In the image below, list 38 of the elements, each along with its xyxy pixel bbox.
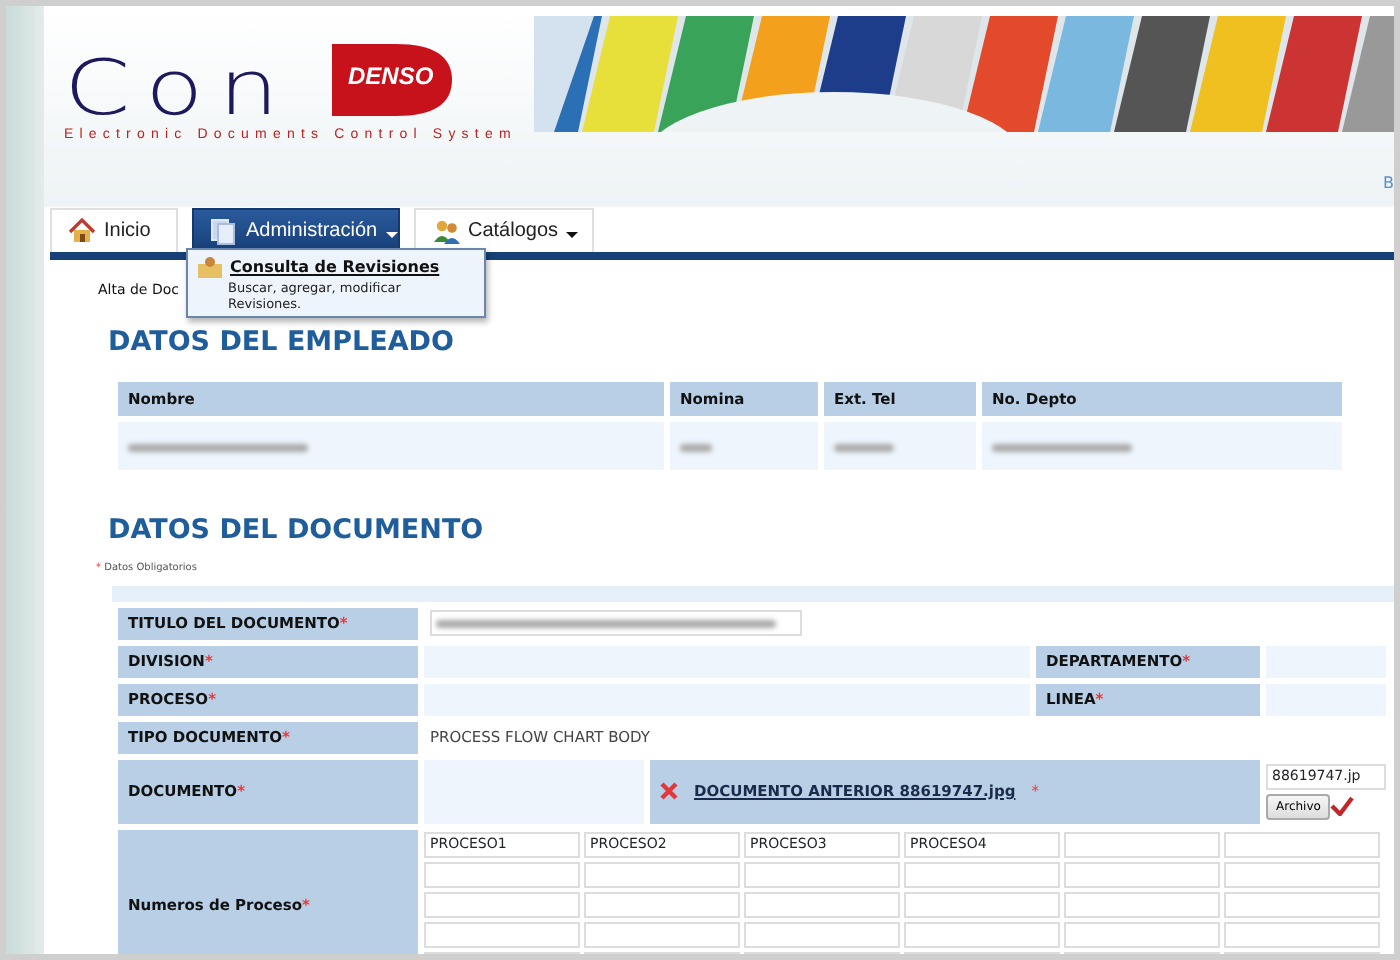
blurred-value [680, 443, 712, 452]
check-icon [1330, 796, 1355, 816]
logo-mark: DENSO [348, 60, 434, 94]
blurred-value [992, 443, 1132, 452]
input-field[interactable] [1224, 862, 1380, 888]
input-field[interactable] [1064, 862, 1220, 888]
input-field[interactable] [1064, 922, 1220, 948]
input-field[interactable] [584, 922, 740, 948]
input-field[interactable] [424, 862, 580, 888]
input-field[interactable] [424, 892, 580, 918]
input-field[interactable] [744, 862, 900, 888]
menu-item[interactable]: Consulta de Revisiones [230, 255, 440, 279]
input-field[interactable] [1224, 892, 1380, 918]
tab[interactable]: Administración [192, 208, 400, 252]
people-icon [432, 217, 460, 245]
close-icon[interactable] [660, 782, 678, 800]
logo-d-shape [328, 40, 456, 120]
input-field[interactable] [1064, 832, 1220, 858]
tab[interactable]: Inicio [50, 208, 178, 252]
section-heading: DATOS DEL EMPLEADO [108, 326, 454, 358]
input-field[interactable] [1064, 892, 1220, 918]
input-field[interactable] [424, 922, 580, 948]
input-field[interactable] [744, 892, 900, 918]
tab[interactable]: Catálogos [414, 208, 594, 252]
blurred-value [834, 443, 894, 452]
input-field[interactable] [904, 922, 1060, 948]
folder-icon [196, 254, 222, 280]
input-field[interactable] [1224, 832, 1380, 858]
input-field[interactable] [584, 862, 740, 888]
input-field[interactable] [584, 892, 740, 918]
input-field[interactable] [904, 862, 1060, 888]
logo-text: Con [64, 52, 294, 124]
home-icon [68, 217, 96, 245]
input-field[interactable] [430, 610, 802, 636]
input-field[interactable] [904, 892, 1060, 918]
section-heading: DATOS DEL DOCUMENTO [108, 514, 486, 546]
input-field[interactable] [1224, 922, 1380, 948]
input-field[interactable] [744, 922, 900, 948]
